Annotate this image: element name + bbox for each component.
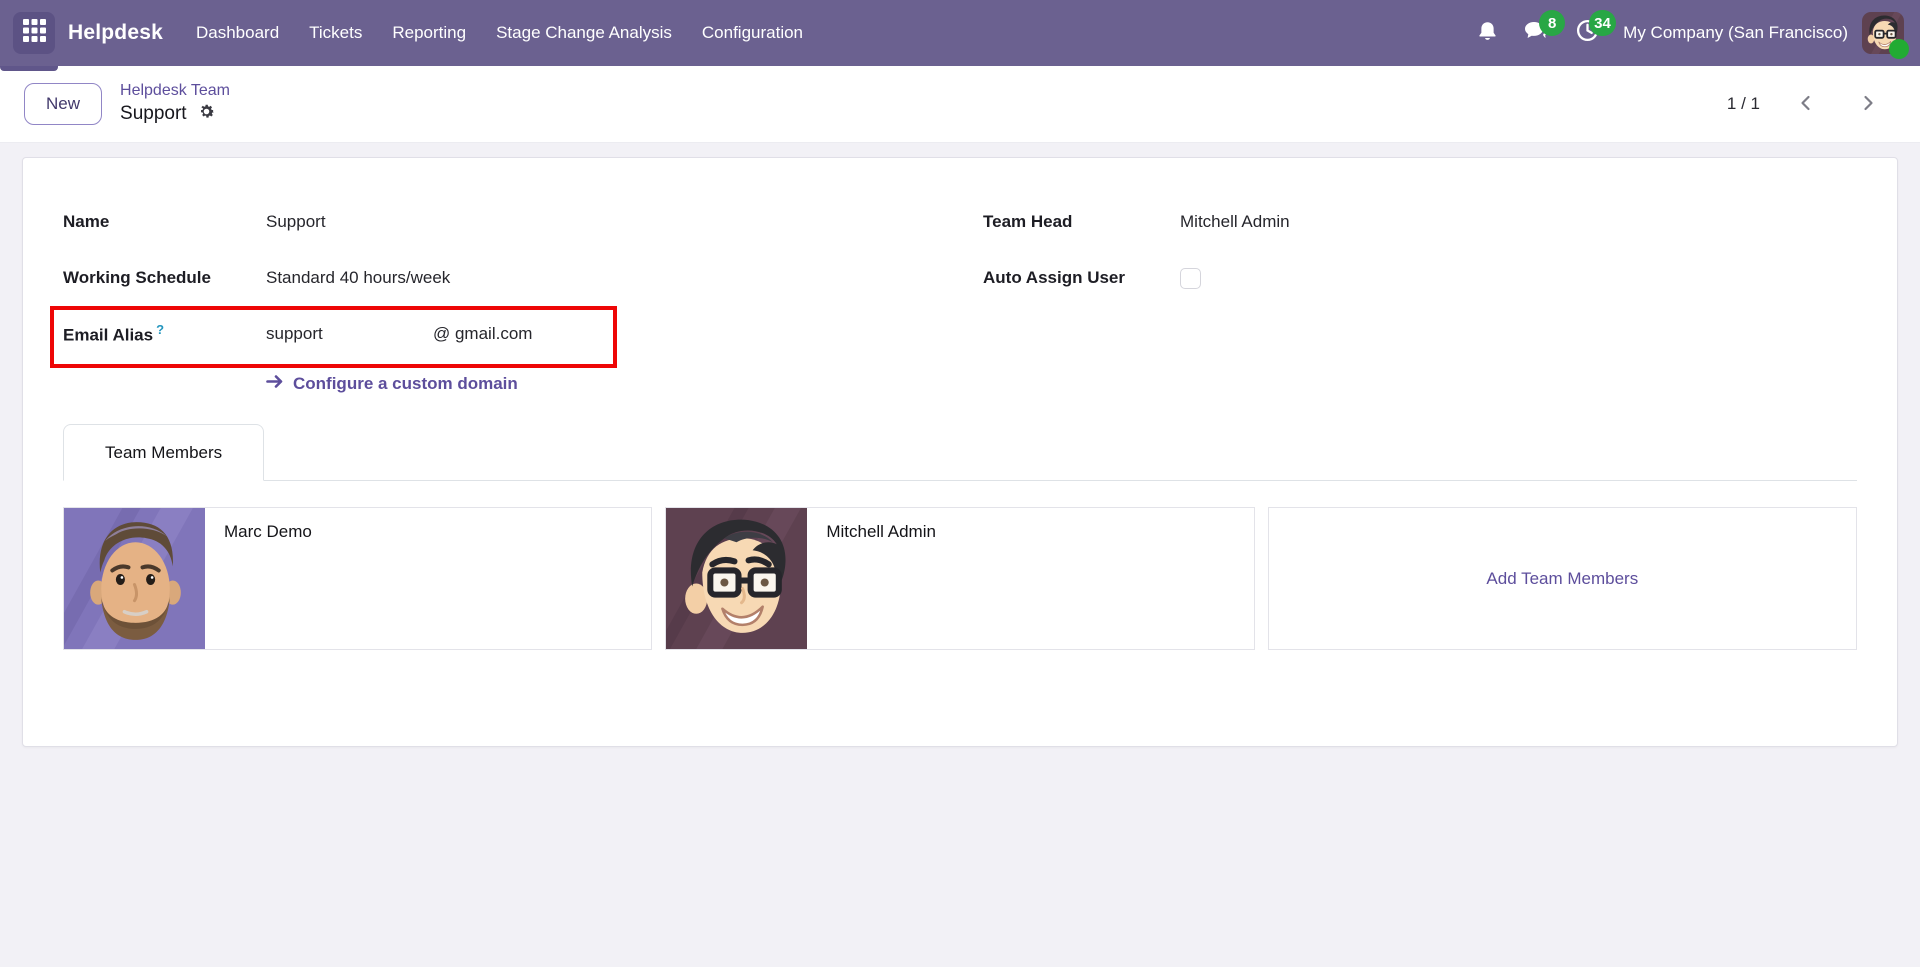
field-row-working-schedule: Working Schedule Standard 40 hours/week <box>63 250 960 306</box>
email-alias-label: Email Alias? <box>63 322 266 346</box>
pager-next-button[interactable] <box>1852 87 1884 122</box>
add-team-members-label: Add Team Members <box>1486 569 1638 589</box>
working-schedule-label: Working Schedule <box>63 268 266 288</box>
apps-grid-icon <box>23 19 46 47</box>
member-name: Marc Demo <box>205 508 331 649</box>
arrow-right-icon <box>266 375 284 393</box>
email-alias-domain[interactable]: @ gmail.com <box>433 324 532 344</box>
team-head-label: Team Head <box>983 212 1180 232</box>
top-navbar: Helpdesk Dashboard Tickets Reporting Sta… <box>0 0 1920 66</box>
name-field-value[interactable]: Support <box>266 212 326 232</box>
configure-custom-domain-link[interactable]: Configure a custom domain <box>266 370 960 398</box>
bell-icon <box>1477 19 1498 48</box>
help-question-icon: ? <box>156 322 164 337</box>
field-row-name: Name Support <box>63 194 960 250</box>
add-team-members-card[interactable]: Add Team Members <box>1268 507 1857 650</box>
avatar-mitchell-admin <box>666 508 807 649</box>
activities-count-badge: 34 <box>1589 10 1616 36</box>
breadcrumb-current: Support <box>120 103 187 125</box>
breadcrumb: Helpdesk Team Support <box>120 82 230 126</box>
member-card-marc-demo[interactable]: Marc Demo <box>63 507 652 650</box>
team-head-value[interactable]: Mitchell Admin <box>1180 212 1290 232</box>
field-row-auto-assign: Auto Assign User <box>983 250 1857 306</box>
pager: 1 / 1 <box>1727 87 1884 122</box>
member-card-mitchell-admin[interactable]: Mitchell Admin <box>665 507 1254 650</box>
pager-value: 1 / 1 <box>1727 94 1760 114</box>
menu-item-stage-change-analysis[interactable]: Stage Change Analysis <box>481 13 687 53</box>
form-left-column: Name Support Working Schedule Standard 4… <box>63 194 960 398</box>
main-menu: Dashboard Tickets Reporting Stage Change… <box>181 13 818 53</box>
menu-item-tickets[interactable]: Tickets <box>294 13 377 53</box>
avatar-marc-demo <box>64 508 205 649</box>
active-app-indicator <box>0 66 58 71</box>
online-status-dot <box>1889 39 1909 59</box>
auto-assign-checkbox[interactable] <box>1180 268 1201 289</box>
auto-assign-label: Auto Assign User <box>983 268 1180 288</box>
team-members-list: Marc Demo <box>63 507 1857 650</box>
menu-item-dashboard[interactable]: Dashboard <box>181 13 294 53</box>
menu-item-reporting[interactable]: Reporting <box>377 13 481 53</box>
form-right-column: Team Head Mitchell Admin Auto Assign Use… <box>960 194 1857 398</box>
record-settings-button[interactable] <box>197 102 216 126</box>
user-menu-avatar[interactable] <box>1862 12 1904 54</box>
messages-count-badge: 8 <box>1539 10 1565 36</box>
new-button[interactable]: New <box>24 83 102 125</box>
menu-item-configuration[interactable]: Configuration <box>687 13 818 53</box>
chevron-right-icon <box>1856 91 1880 118</box>
messages-button[interactable]: 8 <box>1517 13 1557 53</box>
notebook-tabs: Team Members <box>63 424 1857 481</box>
pager-previous-button[interactable] <box>1790 87 1822 122</box>
field-row-email-alias: Email Alias? support @ gmail.com <box>63 306 960 362</box>
name-field-label: Name <box>63 212 266 232</box>
breadcrumb-parent-link[interactable]: Helpdesk Team <box>120 82 230 100</box>
app-brand-helpdesk[interactable]: Helpdesk <box>68 21 163 45</box>
apps-menu-button[interactable] <box>13 12 55 54</box>
control-panel: New Helpdesk Team Support 1 / 1 <box>0 66 1920 143</box>
gear-icon <box>197 102 216 126</box>
tab-team-members[interactable]: Team Members <box>63 424 264 481</box>
working-schedule-value[interactable]: Standard 40 hours/week <box>266 268 450 288</box>
chevron-left-icon <box>1794 91 1818 118</box>
form-sheet: Name Support Working Schedule Standard 4… <box>22 157 1898 747</box>
field-row-team-head: Team Head Mitchell Admin <box>983 194 1857 250</box>
email-alias-local-part[interactable]: support <box>266 324 433 344</box>
activities-button[interactable]: 34 <box>1567 13 1607 53</box>
notifications-button[interactable] <box>1467 13 1507 53</box>
configure-custom-domain-label: Configure a custom domain <box>293 374 518 394</box>
company-switcher[interactable]: My Company (San Francisco) <box>1623 23 1848 43</box>
form-fields: Name Support Working Schedule Standard 4… <box>63 194 1857 398</box>
member-name: Mitchell Admin <box>807 508 955 649</box>
